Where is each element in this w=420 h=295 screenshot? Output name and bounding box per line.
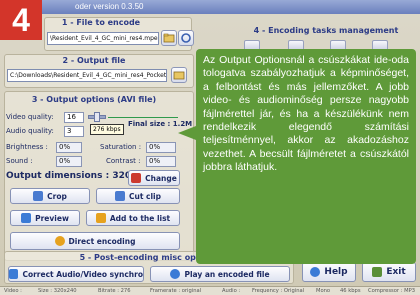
status-framerate: Framerate : original [150, 288, 202, 294]
help-icon [310, 267, 321, 277]
cut-clip-button[interactable]: Cut clip [96, 188, 180, 204]
play-icon [170, 269, 181, 279]
sync-icon [9, 269, 19, 279]
change-button-label: Change [145, 173, 177, 183]
saturation-label: Saturation : [100, 143, 142, 151]
final-size-connector [108, 117, 178, 118]
change-dimensions-button[interactable]: Change [128, 170, 180, 186]
status-size: Size : 320x240 [38, 288, 77, 294]
output-file-heading: 2 - Output file [62, 56, 126, 65]
browse-output-button[interactable] [171, 67, 187, 83]
open-folder-icon [173, 71, 185, 80]
preview-button-label: Preview [35, 213, 69, 223]
annotation-callout: Az Output Optionsnál a csúszkákat ide-od… [196, 49, 416, 264]
correct-sync-label: Correct Audio/Video synchro [22, 269, 143, 279]
video-quality-label: Video quality: [6, 113, 54, 121]
window-title: oder version 0.3.50 [0, 0, 420, 14]
status-mono: Mono [316, 288, 331, 294]
open-source-button[interactable] [161, 30, 177, 46]
file-to-encode-heading: 1 - File to encode [61, 18, 141, 27]
add-icon [95, 213, 106, 223]
output-options-heading: 3 - Output options (AVI file) [31, 95, 157, 104]
cut-clip-button-label: Cut clip [129, 191, 161, 201]
encode-icon [54, 236, 65, 246]
crop-button-label: Crop [47, 191, 67, 201]
settings-icon [181, 33, 191, 43]
preview-button[interactable]: Preview [10, 210, 80, 226]
video-bitrate-tooltip: 276 kbps [90, 124, 124, 135]
scissors-icon [115, 191, 125, 201]
crop-button[interactable]: Crop [10, 188, 90, 204]
direct-encoding-label: Direct encoding [68, 236, 136, 246]
brightness-label: Brightness : [6, 143, 48, 151]
play-encoded-button[interactable]: Play an encoded file [150, 266, 290, 282]
step-badge: 4 [0, 0, 42, 40]
add-to-list-label: Add to the list [109, 213, 171, 223]
status-frequency: Frequency : Original [252, 288, 305, 294]
output-file-field[interactable]: C:\Downloads\Resident_Evil_4_GC_mini_res… [7, 69, 167, 82]
status-kbps: 46 kbps [340, 288, 361, 294]
status-bar: Video : Size : 320x240 Bitrate : 276 Fra… [0, 286, 420, 295]
status-compressor: Compressor : MP3 [368, 288, 416, 294]
source-file-field[interactable]: \Resident_Evil_4_GC_mini_res4.mpe [47, 32, 159, 45]
contrast-spinner[interactable]: 0% [146, 156, 176, 167]
contrast-label: Contrast : [106, 157, 141, 165]
status-video: Video : [4, 288, 22, 294]
audio-quality-spinner[interactable]: 3 [64, 126, 84, 137]
brightness-spinner[interactable]: 0% [56, 142, 82, 153]
sound-spinner[interactable]: 0% [56, 156, 82, 167]
saturation-spinner[interactable]: 0% [146, 142, 176, 153]
video-quality-spinner[interactable]: 16 [64, 112, 84, 123]
preview-icon [21, 213, 32, 223]
crop-icon [33, 191, 44, 201]
add-to-list-button[interactable]: Add to the list [86, 210, 180, 226]
source-settings-button[interactable] [178, 30, 194, 46]
tasks-heading: 4 - Encoding tasks management [253, 26, 399, 35]
audio-quality-label: Audio quality: [6, 127, 54, 135]
correct-sync-button[interactable]: Correct Audio/Video synchro [8, 266, 144, 282]
help-button-label: Help [324, 267, 348, 277]
status-bitrate: Bitrate : 276 [98, 288, 131, 294]
video-quality-slider-handle[interactable] [94, 112, 100, 122]
exit-button-label: Exit [386, 267, 406, 277]
exit-icon [372, 267, 383, 277]
callout-pointer [178, 126, 196, 140]
play-encoded-label: Play an encoded file [184, 269, 270, 279]
exit-button[interactable]: Exit [362, 262, 416, 282]
direct-encoding-button[interactable]: Direct encoding [10, 232, 180, 250]
help-button[interactable]: Help [302, 262, 356, 282]
settings-icon [131, 173, 142, 183]
sound-label: Sound : [6, 157, 33, 165]
status-audio: Audio : [222, 288, 241, 294]
open-folder-icon [163, 33, 175, 43]
